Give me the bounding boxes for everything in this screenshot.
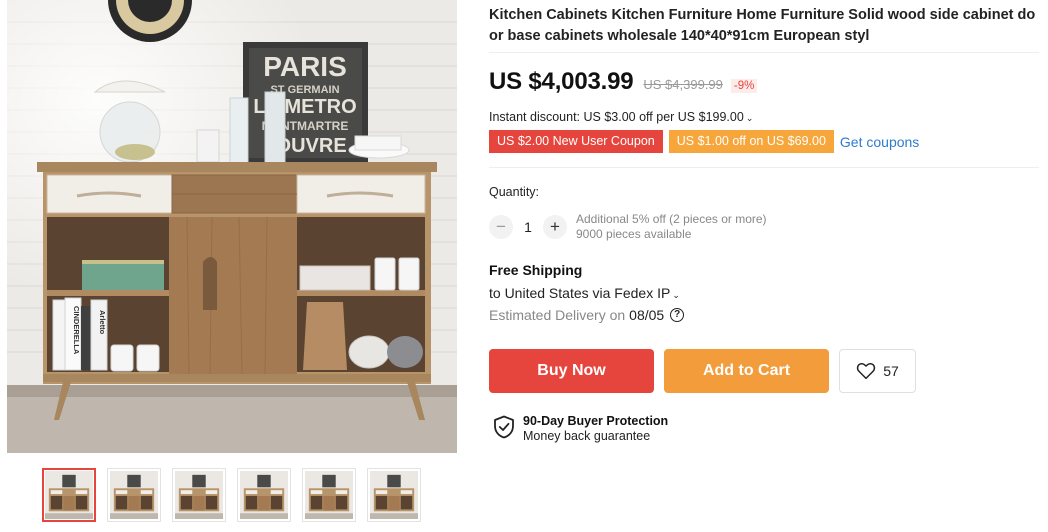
protection-title: 90-Day Buyer Protection <box>523 414 669 428</box>
price-row: US $4,003.99 US $4,399.99 -9% <box>489 68 758 96</box>
delivery-label: Estimated Delivery on <box>489 307 626 323</box>
shipping-method-selector[interactable]: to United States via Fedex IP ⌄ <box>489 285 680 301</box>
thumbnail-3[interactable] <box>172 468 226 522</box>
coupon-store[interactable]: US $1.00 off on US $69.00 <box>668 130 834 153</box>
product-title: Kitchen Cabinets Kitchen Furniture Home … <box>489 7 1036 44</box>
shield-check-icon <box>494 415 514 439</box>
coupon-new-user[interactable]: US $2.00 New User Coupon <box>489 130 663 153</box>
thumbnail-image <box>305 471 353 519</box>
bulk-discount-text: Additional 5% off (2 pieces or more) <box>576 212 767 226</box>
thumbnail-6[interactable] <box>367 468 421 522</box>
chevron-down-icon: ⌄ <box>745 113 754 123</box>
thumbnail-image <box>240 471 288 519</box>
poster-text: PARIS <box>263 51 347 82</box>
quantity-increase-button[interactable]: + <box>543 215 567 239</box>
buy-now-button[interactable]: Buy Now <box>489 349 654 393</box>
divider <box>489 167 1039 168</box>
product-info: Kitchen Cabinets Kitchen Furniture Home … <box>489 0 1041 47</box>
protection-subtitle: Money back guarantee <box>523 429 651 443</box>
thumbnail-2[interactable] <box>107 468 161 522</box>
product-photo: PARIS ST GERMAIN LE METRO MONTMARTRE LOU… <box>7 0 457 453</box>
quantity-label: Quantity: <box>489 185 540 199</box>
divider <box>489 52 1039 53</box>
thumbnail-image <box>370 471 418 519</box>
quantity-note: Additional 5% off (2 pieces or more) 900… <box>576 212 767 242</box>
quantity-decrease-button[interactable]: − <box>489 215 513 239</box>
thumbnail-4[interactable] <box>237 468 291 522</box>
current-price: US $4,003.99 <box>489 68 634 95</box>
thumbnail-image <box>45 471 93 519</box>
thumbnail-strip <box>42 468 421 522</box>
main-product-image[interactable]: PARIS ST GERMAIN LE METRO MONTMARTRE LOU… <box>7 0 457 453</box>
thumbnail-image <box>175 471 223 519</box>
thumbnail-5[interactable] <box>302 468 356 522</box>
quantity-stepper: − 1 + Additional 5% off (2 pieces or mor… <box>489 212 767 242</box>
discount-badge: -9% <box>730 79 758 93</box>
chevron-down-icon: ⌄ <box>672 290 680 300</box>
wishlist-count: 57 <box>883 363 899 379</box>
heart-icon <box>857 362 876 380</box>
question-circle-icon[interactable]: ? <box>670 308 685 322</box>
wishlist-button[interactable]: 57 <box>839 349 916 393</box>
delivery-date: 08/05 <box>629 307 665 323</box>
book-spine-text: CINDERELLA <box>72 306 81 355</box>
shipping-destination: to United States via Fedex IP <box>489 285 671 301</box>
instant-discount[interactable]: Instant discount: US $3.00 off per US $1… <box>489 110 753 124</box>
add-to-cart-button[interactable]: Add to Cart <box>664 349 829 393</box>
quantity-input[interactable]: 1 <box>513 219 543 235</box>
book-spine-text: Arletto <box>98 310 107 335</box>
thumbnail-1[interactable] <box>42 468 96 522</box>
stock-available-text: 9000 pieces available <box>576 227 692 241</box>
get-coupons-link[interactable]: Get coupons <box>840 134 919 150</box>
original-price: US $4,399.99 <box>643 77 723 92</box>
coupon-row: US $2.00 New User Coupon US $1.00 off on… <box>489 130 919 153</box>
shipping-title: Free Shipping <box>489 262 583 278</box>
buyer-protection: 90-Day Buyer Protection Money back guara… <box>493 413 668 444</box>
thumbnail-image <box>110 471 158 519</box>
estimated-delivery: Estimated Delivery on 08/05 ? <box>489 307 685 323</box>
instant-discount-text: Instant discount: US $3.00 off per US $1… <box>489 110 744 124</box>
